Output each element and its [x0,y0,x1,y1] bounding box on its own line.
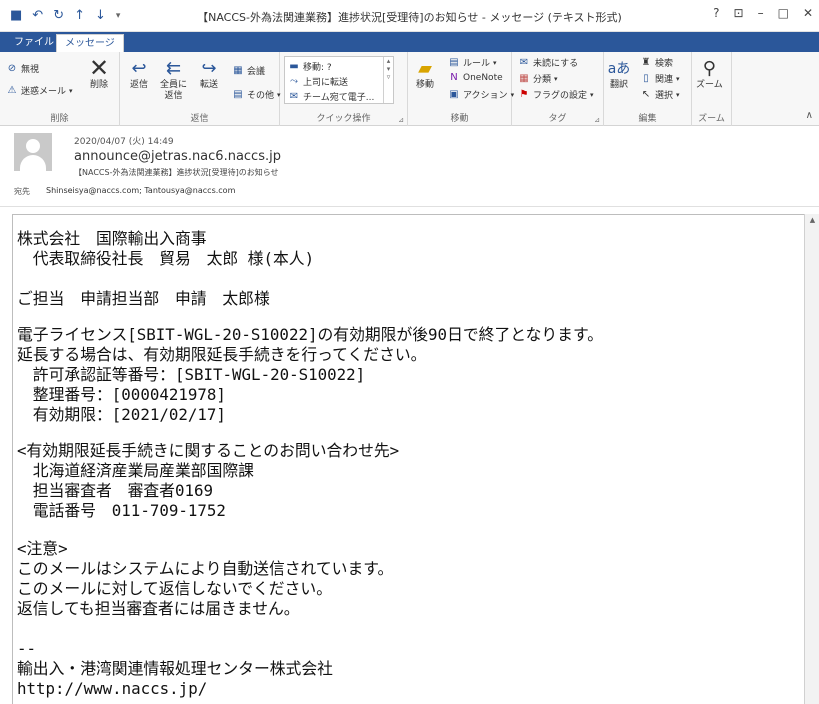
body-line: このメールに対して返信しないでください。 [17,579,332,598]
reply-icon: ↩ [131,57,147,79]
body-line: ご担当 申請担当部 申請 太郎様 [17,289,270,308]
sent-date: 2020/04/07 (火) 14:49 [74,137,174,147]
onenote-button[interactable]: N OneNote [448,72,502,83]
window-controls: ? ⊡ – □ ✕ [713,6,813,20]
tab-file[interactable]: ファイル [6,34,62,52]
junk-button[interactable]: ⚠ 迷惑メール ▾ [6,84,73,97]
team-email-icon: ✉ [289,91,299,102]
body-line: <注意> [17,539,68,558]
ribbon-tab-row: ファイル メッセージ [0,32,819,52]
meeting-button[interactable]: ▦ 会議 [232,64,265,77]
window-title: 【NACCS-外為法関連業務】進捗状況[受理待]のお知らせ - メッセージ (テ… [197,11,622,24]
ribbon-group-zoom: ⚲ ズーム ズーム [692,52,732,126]
body-line: 延長する場合は、有効期限延長手続きを行ってください。 [17,345,427,364]
maximize-button[interactable]: □ [778,6,789,20]
translate-icon: aあ [607,61,631,77]
sender-address[interactable]: announce@jetras.nac6.naccs.jp [74,149,281,164]
ribbon-group-delete: ⊘ 無視 ⚠ 迷惑メール ▾ ✕ 削除 削除 [0,52,120,126]
body-line: 有効期限：[2021/02/17] [17,405,226,424]
close-button[interactable]: ✕ [803,6,813,20]
vertical-scrollbar[interactable]: ▲ [804,214,819,704]
mark-unread-button[interactable]: ✉ 未読にする [518,56,578,69]
zoom-button[interactable]: ⚲ ズーム [696,56,723,91]
body-link[interactable]: http://www.naccs.jp/ [17,679,207,699]
quick-steps-gallery: ▬ 移動: ? ⤳ 上司に転送 ✉ チーム宛て電子... ▴ ▾ ▿ [284,56,394,104]
body-line: 電話番号 011-709-1752 [17,501,226,520]
message-subject: 【NACCS-外為法関連業務】進捗状況[受理待]のお知らせ [74,168,279,177]
find-button[interactable]: ♜ 検索 [640,56,674,69]
rules-icon: ▤ [449,57,459,68]
quick-step-forward-boss[interactable]: ⤳ 上司に転送 [288,75,348,88]
ribbon: ⊘ 無視 ⚠ 迷惑メール ▾ ✕ 削除 削除 ↩ 返信 ⇇ 全員に 返信 ↪ 転… [0,52,819,126]
unread-icon: ✉ [519,57,529,68]
folder-icon: ▬ [289,61,299,72]
body-line: このメールはシステムにより自動送信されています。 [17,559,394,578]
body-line: 担当審査者 審査者0169 [17,481,214,500]
body-line: <有効期限延長手続きに関することのお問い合わせ先> [17,441,400,460]
flag-icon: ⚑ [519,89,529,100]
related-button[interactable]: ▯ 関連 ▾ [640,72,679,85]
cursor-icon: ↖ [641,89,651,100]
categorize-button[interactable]: ▦ 分類 ▾ [518,72,557,85]
follow-up-button[interactable]: ⚑ フラグの設定 ▾ [518,88,594,101]
binoculars-icon: ♜ [641,57,651,68]
collapse-ribbon-icon[interactable]: ∧ [806,110,813,121]
body-line: 電子ライセンス[SBIT-WGL-20-S10022]の有効期限が後90日で終了… [17,325,603,344]
ribbon-group-editing: aあ 翻訳 ♜ 検索 ▯ 関連 ▾ ↖ 選択 ▾ 編集 [604,52,692,126]
recipient-list[interactable]: Shinseisya@naccs.com; Tantousya@naccs.co… [46,186,235,195]
zoom-icon: ⚲ [702,57,716,79]
forward-icon: ↪ [201,57,217,79]
ignore-button[interactable]: ⊘ 無視 [6,62,39,75]
quick-step-move[interactable]: ▬ 移動: ? [288,60,331,73]
onenote-icon: N [450,72,458,83]
categorize-icon: ▦ [519,73,529,84]
ribbon-group-tags: ✉ 未読にする ▦ 分類 ▾ ⚑ フラグの設定 ▾ ⊿ タグ [512,52,604,126]
more-icon: ▤ [233,89,243,100]
ignore-icon: ⊘ [7,63,17,74]
more-respond-button[interactable]: ▤ その他 ▾ [232,88,280,101]
reply-all-icon: ⇇ [165,57,182,79]
ribbon-group-respond: ↩ 返信 ⇇ 全員に 返信 ↪ 転送 ▦ 会議 ▤ その他 ▾ 返信 [120,52,281,126]
rules-button[interactable]: ▤ ルール ▾ [448,56,496,69]
body-line: 株式会社 国際輸出入商事 [17,229,207,248]
message-body[interactable]: 株式会社 国際輸出入商事 代表取締役社長 貿易 太郎 様(本人) ご担当 申請担… [12,214,804,704]
to-label: 宛先 [14,187,30,196]
tab-message[interactable]: メッセージ [56,34,124,52]
calendar-icon: ▦ [233,65,243,76]
help-button[interactable]: ? [713,6,719,20]
person-icon [26,139,40,153]
related-icon: ▯ [643,73,649,84]
avatar [14,133,52,171]
junk-icon: ⚠ [7,85,17,96]
body-line: -- [17,639,37,658]
select-button[interactable]: ↖ 選択 ▾ [640,88,680,101]
forward-boss-icon: ⤳ [290,76,298,87]
quick-step-team-email[interactable]: ✉ チーム宛て電子... [288,90,375,103]
quick-steps-scroll[interactable]: ▴ ▾ ▿ [383,57,393,103]
body-line: 代表取締役社長 貿易 太郎 様(本人) [17,249,315,268]
move-folder-icon: ▰ [418,57,432,79]
body-line: 整理番号：[0000421978] [17,385,226,404]
translate-button[interactable]: aあ 翻訳 [606,56,632,91]
actions-icon: ▣ [449,89,459,100]
delete-button[interactable]: ✕ 削除 [86,54,112,91]
reply-button[interactable]: ↩ 返信 [126,56,152,91]
message-header: 2020/04/07 (火) 14:49 announce@jetras.nac… [0,127,819,207]
move-button[interactable]: ▰ 移動 [412,56,438,91]
actions-button[interactable]: ▣ アクション ▾ [448,88,514,101]
title-bar: ■ ↶ ↻ ↑ ↓ ▾ 【NACCS-外為法関連業務】進捗状況[受理待]のお知ら… [0,0,819,32]
ribbon-group-move: ▰ 移動 ▤ ルール ▾ N OneNote ▣ アクション ▾ 移動 [408,52,514,126]
body-line: 許可承認証等番号：[SBIT-WGL-20-S10022] [17,365,366,384]
forward-button[interactable]: ↪ 転送 [196,56,222,91]
minimize-button[interactable]: – [758,6,764,20]
delete-icon: ✕ [88,54,110,82]
reply-all-button[interactable]: ⇇ 全員に 返信 [160,56,187,102]
body-line: 返信しても担当審査者には届きません。 [17,599,300,618]
scroll-up-icon[interactable]: ▲ [808,216,817,225]
body-line: 北海道経済産業局産業部国際課 [17,461,254,480]
body-line: 輸出入・港湾関連情報処理センター株式会社 [17,659,333,678]
ribbon-display-button[interactable]: ⊡ [734,6,744,20]
ribbon-group-quick-steps: ▬ 移動: ? ⤳ 上司に転送 ✉ チーム宛て電子... ▴ ▾ ▿ ⊿ クイック操… [280,52,408,126]
